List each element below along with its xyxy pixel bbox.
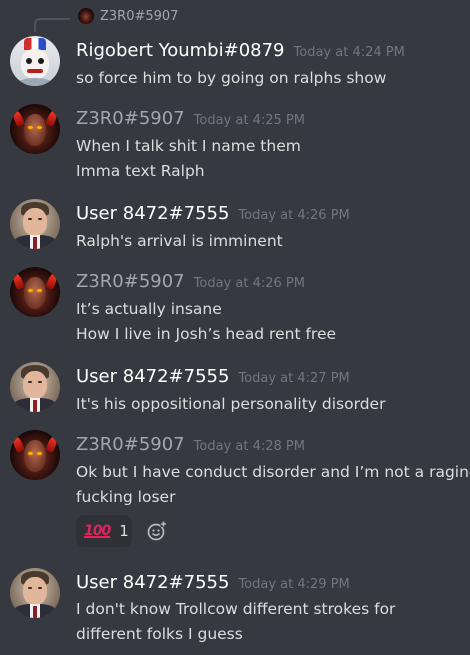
message-text: fucking loser [76,488,176,506]
avatar[interactable] [10,36,60,86]
timestamp: Today at 4:29 PM [238,577,350,592]
reply-reference[interactable]: Z3R0#5907 [78,8,184,24]
message-text: It's his oppositional personality disord… [76,395,386,413]
username[interactable]: Z3R0#5907 [76,434,185,455]
timestamp: Today at 4:28 PM [193,439,305,454]
reply-spine-icon [34,18,70,32]
message-text: Imma text Ralph [76,162,205,180]
username[interactable]: User 8472#7555 [76,366,229,387]
username[interactable]: Z3R0#5907 [76,108,185,129]
reaction-hundred[interactable]: 100 1 [76,515,132,547]
timestamp: Today at 4:26 PM [238,208,350,223]
avatar[interactable] [10,267,60,317]
avatar[interactable] [10,199,60,249]
username[interactable]: Rigobert Youmbi#0879 [76,40,285,61]
reply-author[interactable]: Z3R0#5907 [100,9,178,24]
timestamp: Today at 4:25 PM [193,113,305,128]
message-header: User 8472#7555 Today at 4:27 PM [76,366,350,387]
message-header: Z3R0#5907 Today at 4:26 PM [76,271,305,292]
message-text: so force him to by going on ralphs show [76,69,387,87]
message-header: User 8472#7555 Today at 4:26 PM [76,203,350,224]
message-text: different folks I guess [76,625,243,643]
message-text: When I talk shit I name them [76,137,301,155]
hundred-points-icon: 100 [84,523,111,539]
chat-log: Z3R0#5907 Rigobert Youmbi#0879 Today at … [0,0,470,655]
add-reaction-icon[interactable] [146,520,168,542]
timestamp: Today at 4:27 PM [238,371,350,386]
reaction-count: 1 [119,522,129,540]
avatar[interactable] [10,362,60,412]
message-text: It’s actually insane [76,300,222,318]
message-header: Z3R0#5907 Today at 4:25 PM [76,108,305,129]
avatar[interactable] [10,430,60,480]
username[interactable]: Z3R0#5907 [76,271,185,292]
message-header: Rigobert Youmbi#0879 Today at 4:24 PM [76,40,405,61]
timestamp: Today at 4:24 PM [293,45,405,60]
username[interactable]: User 8472#7555 [76,572,229,593]
username[interactable]: User 8472#7555 [76,203,229,224]
message-text: How I live in Josh’s head rent free [76,325,337,343]
avatar[interactable] [10,568,60,618]
avatar[interactable] [10,104,60,154]
message-text: Ralph's arrival is imminent [76,232,283,250]
message-text: I don't know Trollcow different strokes … [76,600,396,618]
reply-avatar[interactable] [78,8,94,24]
message-header: Z3R0#5907 Today at 4:28 PM [76,434,305,455]
message-header: User 8472#7555 Today at 4:29 PM [76,572,350,593]
message-text: Ok but I have conduct disorder and I’m n… [76,463,470,481]
timestamp: Today at 4:26 PM [193,276,305,291]
